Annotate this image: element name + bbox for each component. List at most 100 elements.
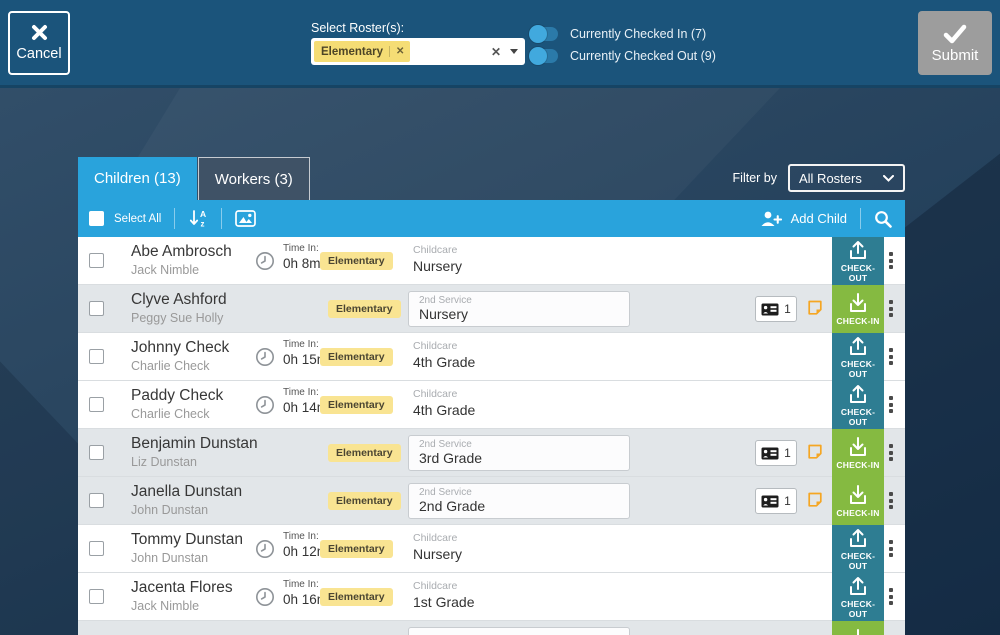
time-in-value: 0h 8m [283, 256, 321, 271]
check-out-button[interactable]: CHECK-OUT [832, 237, 884, 285]
service-value: Nursery [419, 306, 619, 322]
check-in-label: CHECK-IN [836, 508, 879, 518]
search-icon[interactable] [874, 210, 892, 228]
photo-icon[interactable] [235, 210, 256, 227]
child-name: Johnny Check [131, 339, 229, 357]
row-checkbox[interactable] [89, 589, 104, 604]
child-name: Tommy Dunstan [131, 531, 243, 549]
check-in-button[interactable]: CHECK-IN [832, 285, 884, 333]
service-block: Childcare Nursery [413, 532, 462, 562]
label-count: 1 [784, 302, 791, 316]
service-select[interactable] [408, 627, 630, 635]
check-out-icon [846, 239, 870, 261]
service-select[interactable]: 2nd Service 2nd Grade [408, 483, 630, 519]
row-checkbox[interactable] [89, 301, 104, 316]
service-select[interactable]: 2nd Service Nursery [408, 291, 630, 327]
name-block: Clyve Ashford Peggy Sue Holly [131, 291, 227, 325]
kebab-menu[interactable] [889, 348, 893, 365]
filter-by-label: Filter by [733, 171, 777, 185]
check-out-button[interactable]: CHECK-OUT [832, 381, 884, 429]
service-select[interactable]: 2nd Service 3rd Grade [408, 435, 630, 471]
service-label: 2nd Service [419, 295, 619, 306]
name-block: Janella Dunstan John Dunstan [131, 483, 242, 517]
toggle-knob [529, 47, 547, 65]
service-block: Childcare Nursery [413, 244, 462, 274]
check-out-button[interactable]: CHECK-OUT [832, 333, 884, 381]
sort-az-icon[interactable]: A z [188, 209, 208, 228]
checked-out-toggle-row: Currently Checked Out (9) [531, 49, 716, 63]
guardian-name: Jack Nimble [131, 263, 232, 277]
guardian-name: Charlie Check [131, 359, 229, 373]
roster-select-label: Select Roster(s): [311, 21, 404, 35]
clock-icon [255, 251, 275, 271]
checked-in-toggle-row: Currently Checked In (7) [531, 27, 706, 41]
check-in-button[interactable]: CHECK-IN [832, 429, 884, 477]
id-card-icon [761, 303, 779, 316]
filter-selected-value: All Rosters [799, 171, 862, 186]
submit-button[interactable]: Submit [918, 11, 992, 75]
service-label: 2nd Service [419, 439, 619, 450]
child-name: Janella Dunstan [131, 483, 242, 501]
chevron-down-icon[interactable] [510, 49, 518, 54]
check-in-button[interactable]: CHECK-IN [832, 477, 884, 525]
name-block: Tommy Dunstan John Dunstan [131, 531, 243, 565]
service-value: Nursery [413, 546, 462, 562]
roster-multiselect[interactable]: Elementary ✕ ✕ [311, 38, 525, 65]
name-block: Abe Ambrosch Jack Nimble [131, 243, 232, 277]
kebab-menu[interactable] [889, 300, 893, 317]
security-label-button[interactable]: 1 [755, 440, 797, 466]
roster-tag: Elementary [320, 396, 393, 414]
kebab-menu[interactable] [889, 588, 893, 605]
checked-out-toggle[interactable] [531, 49, 558, 63]
check-in-button[interactable]: CHECK-IN [832, 621, 884, 635]
row-checkbox[interactable] [89, 445, 104, 460]
child-name: Paddy Check [131, 387, 223, 405]
check-in-icon [846, 628, 870, 635]
add-person-icon[interactable] [760, 210, 782, 227]
table-row: Tommy Dunstan John Dunstan Time In: 0h 1… [78, 525, 905, 573]
table-row: Jacenta Flores Jack Nimble Time In: 0h 1… [78, 573, 905, 621]
remove-tag-icon[interactable]: ✕ [389, 46, 410, 57]
checked-out-toggle-label: Currently Checked Out (9) [570, 49, 716, 63]
row-checkbox[interactable] [89, 253, 104, 268]
submit-label: Submit [932, 47, 979, 64]
service-value: 1st Grade [413, 594, 474, 610]
select-all-checkbox[interactable] [89, 211, 104, 226]
kebab-menu[interactable] [889, 540, 893, 557]
check-out-button[interactable]: CHECK-OUT [832, 573, 884, 621]
clear-select-icon[interactable]: ✕ [491, 45, 501, 59]
row-checkbox[interactable] [89, 541, 104, 556]
roster-tag: Elementary [320, 348, 393, 366]
cancel-button[interactable]: Cancel [8, 11, 70, 75]
kebab-menu[interactable] [889, 396, 893, 413]
check-in-icon [846, 292, 870, 314]
note-icon[interactable] [807, 492, 823, 513]
add-child-label[interactable]: Add Child [791, 211, 847, 226]
kebab-menu[interactable] [889, 252, 893, 269]
guardian-name: Peggy Sue Holly [131, 311, 227, 325]
note-icon[interactable] [807, 444, 823, 465]
tab-children[interactable]: Children (13) [78, 157, 197, 200]
table-row: Clyve Ashford Peggy Sue Holly Elementary… [78, 285, 905, 333]
service-label: 2nd Service [419, 487, 619, 498]
kebab-menu[interactable] [889, 444, 893, 461]
roster-tag: Elementary [320, 252, 393, 270]
table-row: Janella Dunstan John Dunstan Elementary … [78, 477, 905, 525]
row-checkbox[interactable] [89, 349, 104, 364]
check-out-label: CHECK-OUT [832, 407, 884, 427]
tab-workers[interactable]: Workers (3) [198, 157, 310, 200]
toolbar-divider [174, 208, 175, 229]
row-checkbox[interactable] [89, 397, 104, 412]
row-checkbox[interactable] [89, 493, 104, 508]
check-out-button[interactable]: CHECK-OUT [832, 525, 884, 573]
security-label-button[interactable]: 1 [755, 488, 797, 514]
service-block: Childcare 4th Grade [413, 340, 475, 370]
checked-in-toggle[interactable] [531, 27, 558, 41]
security-label-button[interactable]: 1 [755, 296, 797, 322]
filter-roster-select[interactable]: All Rosters [788, 164, 905, 192]
note-icon[interactable] [807, 300, 823, 321]
children-list: Abe Ambrosch Jack Nimble Time In: 0h 8m … [78, 237, 905, 635]
roster-tag: Elementary [328, 444, 401, 462]
kebab-menu[interactable] [889, 492, 893, 509]
check-in-icon [846, 436, 870, 458]
